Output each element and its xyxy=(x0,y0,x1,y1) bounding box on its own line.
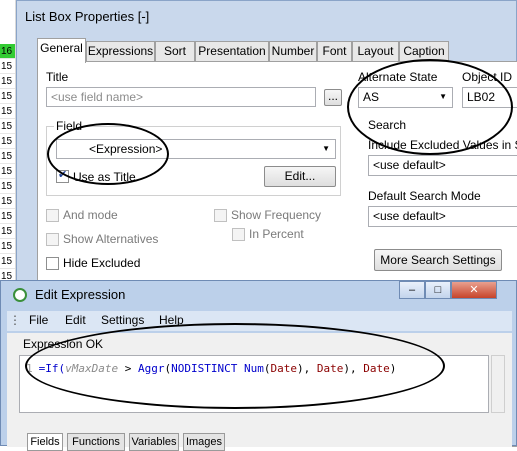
tab-presentation[interactable]: Presentation xyxy=(195,41,269,62)
tab-expressions[interactable]: Expressions xyxy=(86,41,155,62)
edit-button[interactable]: Edit... xyxy=(264,166,336,187)
expression-editor[interactable]: 1 =If(vMaxDate > Aggr(NODISTINCT Num(Date… xyxy=(19,355,489,413)
hide-excluded-checkbox[interactable] xyxy=(46,257,59,270)
search-label: Search xyxy=(368,118,407,132)
title-placeholder: <use field name> xyxy=(51,90,144,104)
include-excluded-value: <use default> xyxy=(373,158,446,172)
edit-expression-window: Edit Expression – □ ✕ ⋮ File Edit Settin… xyxy=(0,280,517,451)
tab-layout[interactable]: Layout xyxy=(352,41,399,62)
tab-functions[interactable]: Functions xyxy=(67,433,125,451)
hide-excluded-label: Hide Excluded xyxy=(63,256,141,270)
sheet-cell: 15 xyxy=(0,239,15,254)
alternate-state-label: Alternate State xyxy=(358,70,438,84)
menu-settings[interactable]: Settings xyxy=(101,313,144,327)
sheet-cell: 15 xyxy=(0,179,15,194)
editor-scrollbar[interactable] xyxy=(491,355,505,413)
code-token: =If( xyxy=(38,362,66,375)
menu-help[interactable]: Help xyxy=(159,313,184,327)
code-token: vMaxDate xyxy=(65,362,119,375)
title-input[interactable]: <use field name> xyxy=(46,87,316,107)
code-token: Aggr xyxy=(137,362,165,375)
menu-bar: ⋮ File Edit Settings Help xyxy=(7,311,512,331)
menu-file[interactable]: File xyxy=(29,313,48,327)
code-token: NODISTINCT xyxy=(171,362,238,375)
more-search-settings-button[interactable]: More Search Settings xyxy=(374,249,502,271)
tab-variables[interactable]: Variables xyxy=(129,433,179,451)
code-token: ), xyxy=(296,362,317,375)
sheet-cell: 15 xyxy=(0,254,15,269)
include-excluded-label: Include Excluded Values in Sear xyxy=(368,138,517,152)
code-token: ), xyxy=(343,362,364,375)
line-number: 1 xyxy=(26,362,33,375)
sheet-cell: 15 xyxy=(0,134,15,149)
sheet-cell: 16 xyxy=(0,44,15,59)
tab-font[interactable]: Font xyxy=(317,41,352,62)
sheet-cell: 15 xyxy=(0,149,15,164)
include-excluded-dropdown[interactable]: <use default> xyxy=(368,155,517,176)
window-title: List Box Properties [-] xyxy=(25,9,150,24)
sheet-cell: 15 xyxy=(0,224,15,239)
field-value: <Expression> xyxy=(89,142,163,156)
show-alternatives-checkbox[interactable] xyxy=(46,233,59,246)
show-frequency-checkbox[interactable] xyxy=(214,209,227,222)
default-search-mode-label: Default Search Mode xyxy=(368,189,481,203)
field-label: Field xyxy=(54,119,85,133)
alternate-state-dropdown[interactable]: AS ▼ xyxy=(358,87,453,108)
object-id-input[interactable]: LB02 xyxy=(462,87,517,108)
show-alternatives-label: Show Alternatives xyxy=(63,232,159,246)
chevron-down-icon: ▼ xyxy=(322,144,330,153)
close-icon[interactable]: ✕ xyxy=(451,281,497,299)
default-search-mode-dropdown[interactable]: <use default> xyxy=(368,206,517,227)
tab-images[interactable]: Images xyxy=(183,433,225,451)
code-token: ) xyxy=(389,362,397,375)
and-mode-checkbox[interactable] xyxy=(46,209,59,222)
default-search-mode-value: <use default> xyxy=(373,209,446,223)
tab-general[interactable]: General xyxy=(37,38,86,63)
tab-fields[interactable]: Fields xyxy=(27,433,63,451)
code-token: > xyxy=(118,362,138,375)
title-label: Title xyxy=(46,70,69,84)
menu-grip-icon: ⋮ xyxy=(9,313,21,327)
code-token: Date xyxy=(270,362,297,375)
sheet-cell: 15 xyxy=(0,164,15,179)
show-frequency-label: Show Frequency xyxy=(231,208,322,222)
expression-status: Expression OK xyxy=(23,337,104,351)
use-as-title-checkbox[interactable] xyxy=(56,168,69,183)
window-controls: – □ ✕ xyxy=(399,281,497,299)
alternate-state-value: AS xyxy=(363,90,380,104)
object-id-value: LB02 xyxy=(467,90,496,104)
sheet-cell: 15 xyxy=(0,194,15,209)
and-mode-label: And mode xyxy=(63,208,118,222)
object-id-label: Object ID xyxy=(462,70,513,84)
sheet-cell: 15 xyxy=(0,89,15,104)
expression-code-line: 1 =If(vMaxDate > Aggr(NODISTINCT Num(Date… xyxy=(26,362,396,375)
code-token: Date xyxy=(316,362,344,375)
field-dropdown[interactable]: <Expression> ▼ xyxy=(56,139,336,159)
chevron-down-icon: ▼ xyxy=(439,92,447,101)
minimize-icon[interactable]: – xyxy=(399,281,425,299)
sheet-cell: 15 xyxy=(0,104,15,119)
maximize-icon[interactable]: □ xyxy=(425,281,451,299)
sheet-cell: 15 xyxy=(0,119,15,134)
menu-edit[interactable]: Edit xyxy=(65,313,86,327)
window-title: Edit Expression xyxy=(35,287,126,302)
tab-number[interactable]: Number xyxy=(269,41,317,62)
sheet-cell: 15 xyxy=(0,59,15,74)
tab-caption[interactable]: Caption xyxy=(399,41,449,62)
tab-sort[interactable]: Sort xyxy=(155,41,195,62)
in-percent-label: In Percent xyxy=(249,227,304,241)
sheet-cell: 15 xyxy=(0,209,15,224)
code-token: Num xyxy=(243,362,264,375)
use-as-title-label: Use as Title xyxy=(73,170,136,184)
in-percent-checkbox[interactable] xyxy=(232,228,245,241)
title-browse-button[interactable]: ... xyxy=(324,89,342,106)
app-logo-icon xyxy=(13,288,27,302)
code-token: Date xyxy=(363,362,390,375)
sheet-cell: 15 xyxy=(0,74,15,89)
